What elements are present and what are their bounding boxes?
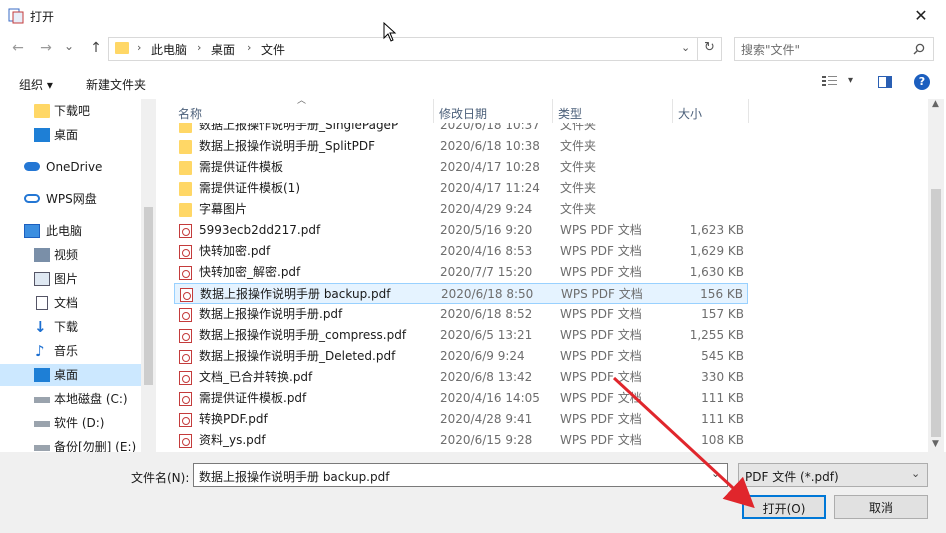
- mouse-cursor-icon: [383, 22, 397, 42]
- annotation-arrow: [612, 376, 755, 509]
